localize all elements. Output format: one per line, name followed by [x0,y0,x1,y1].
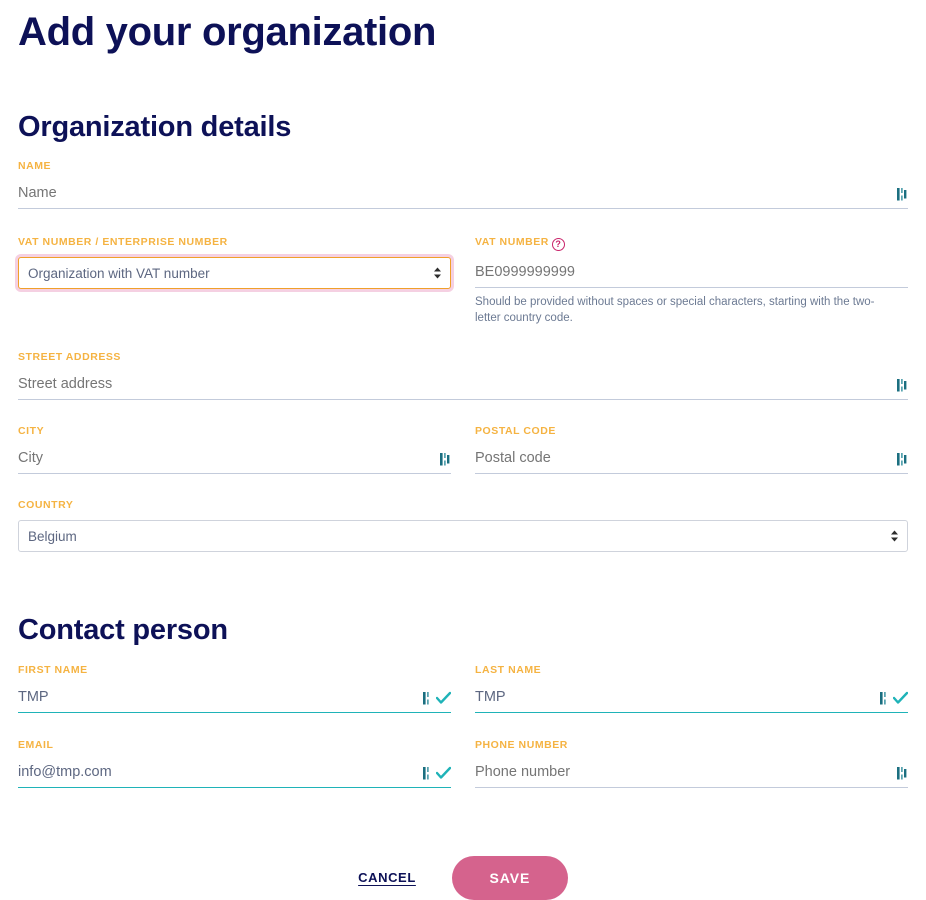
label-vat-number: VAT NUMBER? [475,236,908,252]
first-name-input-adornment [423,691,451,707]
label-last-name: LAST NAME [475,663,542,676]
name-input[interactable] [18,183,897,204]
bar-glyph-icon [423,691,429,705]
bar-glyph-icon [440,453,450,466]
question-mark-icon[interactable]: ? [551,238,565,252]
bar-glyph-icon [423,766,429,780]
save-button[interactable]: SAVE [451,855,568,900]
field-country: COUNTRY Belgium [18,499,908,553]
field-last-name: LAST NAME [475,664,908,713]
city-input-adornment [440,452,451,468]
row-city-postal: CITY POSTAL CODE [18,425,908,475]
vat-number-input-wrap[interactable] [475,260,908,289]
page-title: Add your organization [18,10,437,54]
label-vat-type: VAT NUMBER / ENTERPRISE NUMBER [18,236,228,249]
add-organization-page: Add your organization Organization detai… [0,0,926,900]
last-name-input-wrap[interactable] [475,685,908,713]
field-postal-code: POSTAL CODE [475,425,908,475]
last-name-input-adornment [880,691,908,707]
bar-glyph-icon [897,453,907,466]
cancel-button[interactable]: CANCEL [358,870,416,885]
label-phone-number: PHONE NUMBER [475,738,568,751]
field-email: EMAIL [18,739,451,788]
label-postal-code: POSTAL CODE [475,425,556,438]
label-first-name: FIRST NAME [18,663,88,676]
field-first-name: FIRST NAME [18,664,451,713]
label-street-address: STREET ADDRESS [18,351,121,364]
city-input[interactable] [18,448,440,469]
field-phone-number: PHONE NUMBER [475,739,908,788]
street-address-input-wrap[interactable] [18,372,908,401]
postal-code-input-wrap[interactable] [475,446,908,475]
phone-number-input[interactable] [475,761,897,782]
vat-number-helper-text: Should be provided without spaces or spe… [475,296,875,324]
country-select[interactable]: Belgium [18,520,908,553]
field-vat-type: VAT NUMBER / ENTERPRISE NUMBER Organizat… [18,236,451,290]
email-input-wrap[interactable] [18,760,451,788]
first-name-input[interactable] [18,686,423,707]
label-city: CITY [18,425,45,438]
label-vat-number-text: VAT NUMBER [475,236,549,249]
valid-check-icon [436,691,451,704]
label-email: EMAIL [18,738,54,751]
phone-number-input-adornment [897,766,908,782]
country-select-wrap[interactable]: Belgium [18,520,908,553]
vat-type-select-wrap[interactable]: Organization with VAT number [18,257,451,290]
form-actions: CANCEL SAVE [18,855,908,900]
row-vat: VAT NUMBER / ENTERPRISE NUMBER Organizat… [18,236,908,326]
valid-check-icon [436,766,451,779]
valid-check-icon [893,691,908,704]
phone-number-input-wrap[interactable] [475,760,908,788]
row-email-phone: EMAIL info@tmp.com PHONE NUMBER Phone nu… [18,739,908,788]
postal-code-input-adornment [897,452,908,468]
row-country: COUNTRY Belgium [18,499,908,553]
section-title-organization-details: Organization details [18,111,292,143]
section-title-contact-person: Contact person [18,614,228,647]
bar-glyph-icon [897,188,907,201]
postal-code-input[interactable] [475,448,897,469]
name-input-adornment [897,187,908,203]
label-country: COUNTRY [18,499,74,512]
row-name: NAME [18,160,908,210]
name-input-wrap[interactable] [18,181,908,210]
email-input-adornment [423,766,451,782]
row-first-last-name: FIRST NAME TMP LAST NAME TMP [18,664,908,713]
field-name: NAME [18,160,908,210]
field-street-address: STREET ADDRESS [18,351,908,401]
field-city: CITY [18,425,451,475]
email-input[interactable] [18,761,423,782]
vat-number-input[interactable] [475,262,908,283]
last-name-input[interactable] [475,686,880,707]
bar-glyph-icon [897,766,907,780]
city-input-wrap[interactable] [18,446,451,475]
row-street-address: STREET ADDRESS [18,351,908,401]
bar-glyph-icon [897,379,907,392]
label-name: NAME [18,160,52,173]
bar-glyph-icon [880,691,886,705]
street-address-input[interactable] [18,374,897,395]
field-vat-number: VAT NUMBER? Should be provided without s… [475,236,908,326]
vat-type-select[interactable]: Organization with VAT number [18,257,451,290]
street-address-input-adornment [897,378,908,394]
first-name-input-wrap[interactable] [18,685,451,713]
